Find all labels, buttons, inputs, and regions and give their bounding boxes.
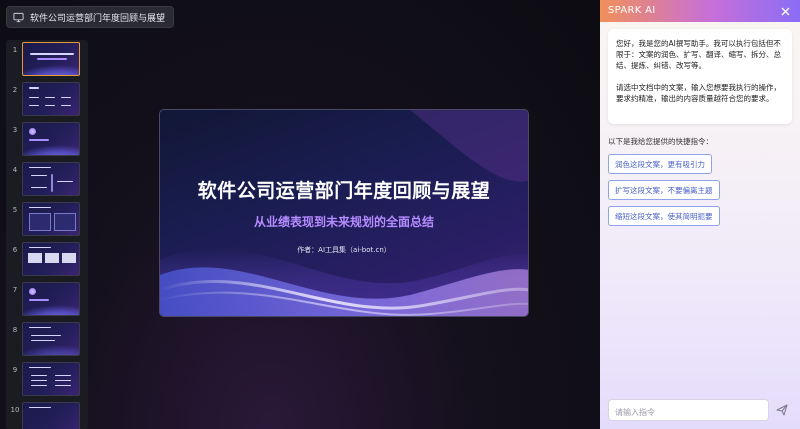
shortcut-shorten-button[interactable]: 缩短这段文案，使其简明扼要 <box>608 206 720 226</box>
thumbnail-row[interactable]: 9 <box>6 362 88 400</box>
thumbnail-row[interactable]: 8 <box>6 322 88 360</box>
slide-author: 作者：AI工具集（ai-bot.cn） <box>297 246 391 254</box>
slide-number: 2 <box>12 86 18 94</box>
thumbnail-row[interactable]: 5 <box>6 202 88 240</box>
slide-thumbnail-3[interactable] <box>22 122 80 156</box>
document-title-tab[interactable]: 软件公司运营部门年度回顾与展望 <box>6 6 175 28</box>
command-input[interactable] <box>609 402 768 423</box>
thumbnail-row[interactable]: 1 <box>6 42 88 80</box>
ai-message-paragraph: 请选中文档中的文案，输入您想要我执行的操作，要求约精准，输出的内容质量越符合您的… <box>616 83 781 103</box>
slide-thumbnail-1[interactable] <box>22 42 80 76</box>
ai-greeting-message: 您好，我是您的AI撰写助手。我可以执行包括但不限于：文案的润色、扩写、翻译、缩写… <box>608 29 792 124</box>
slide-number: 6 <box>12 246 18 254</box>
slide-title: 软件公司运营部门年度回顾与展望 <box>197 180 491 202</box>
slide-number: 3 <box>12 126 18 134</box>
slide-thumbnail-7[interactable] <box>22 282 80 316</box>
editor-area: 软件公司运营部门年度回顾与展望 1 2 3 4 5 6 7 8 9 10 软件公… <box>0 0 600 429</box>
slide-thumbnail-8[interactable] <box>22 322 80 356</box>
slide-number: 9 <box>12 366 18 374</box>
ai-assistant-panel: SPARK AI 您好，我是您的AI撰写助手。我可以执行包括但不限于：文案的润色… <box>600 0 800 429</box>
shortcut-expand-button[interactable]: 扩写这段文案，不要偏离主题 <box>608 180 720 200</box>
shortcuts-label: 以下是我给您提供的快捷指令： <box>608 137 713 146</box>
slide-subtitle: 从业绩表现到未来规划的全面总结 <box>253 215 434 229</box>
thumbnail-row[interactable]: 4 <box>6 162 88 200</box>
thumbnail-row[interactable]: 3 <box>6 122 88 160</box>
slide-canvas[interactable]: 软件公司运营部门年度回顾与展望 从业绩表现到未来规划的全面总结 作者：AI工具集… <box>159 109 529 317</box>
thumbnail-row[interactable]: 6 <box>6 242 88 280</box>
close-icon[interactable] <box>778 4 792 18</box>
command-input-wrapper <box>608 399 769 423</box>
shortcut-polish-button[interactable]: 润色这段文案，更有吸引力 <box>608 154 712 174</box>
slide-number: 10 <box>10 406 20 414</box>
slide-thumbnail-6[interactable] <box>22 242 80 276</box>
slide-number: 8 <box>12 326 18 334</box>
slide-number: 7 <box>12 286 18 294</box>
ai-message-paragraph: 您好，我是您的AI撰写助手。我可以执行包括但不限于：文案的润色、扩写、翻译、缩写… <box>616 39 781 70</box>
slide-number: 5 <box>12 206 18 214</box>
slide-thumbnail-4[interactable] <box>22 162 80 196</box>
slide-thumbnail-panel: 1 2 3 4 5 6 7 8 9 10 <box>6 40 88 429</box>
document-title: 软件公司运营部门年度回顾与展望 <box>30 13 166 24</box>
ai-panel-header: SPARK AI <box>600 0 800 22</box>
slide-number: 1 <box>12 46 18 54</box>
ai-panel-title: SPARK AI <box>608 5 656 16</box>
slide-thumbnail-5[interactable] <box>22 202 80 236</box>
thumbnail-row[interactable]: 7 <box>6 282 88 320</box>
thumbnail-row[interactable]: 10 <box>6 402 88 429</box>
thumbnail-row[interactable]: 2 <box>6 82 88 120</box>
slide-thumbnail-10[interactable] <box>22 402 80 429</box>
send-icon[interactable] <box>773 401 791 419</box>
slide-thumbnail-2[interactable] <box>22 82 80 116</box>
slide-number: 4 <box>12 166 18 174</box>
slide-thumbnail-9[interactable] <box>22 362 80 396</box>
monitor-icon <box>13 12 24 22</box>
